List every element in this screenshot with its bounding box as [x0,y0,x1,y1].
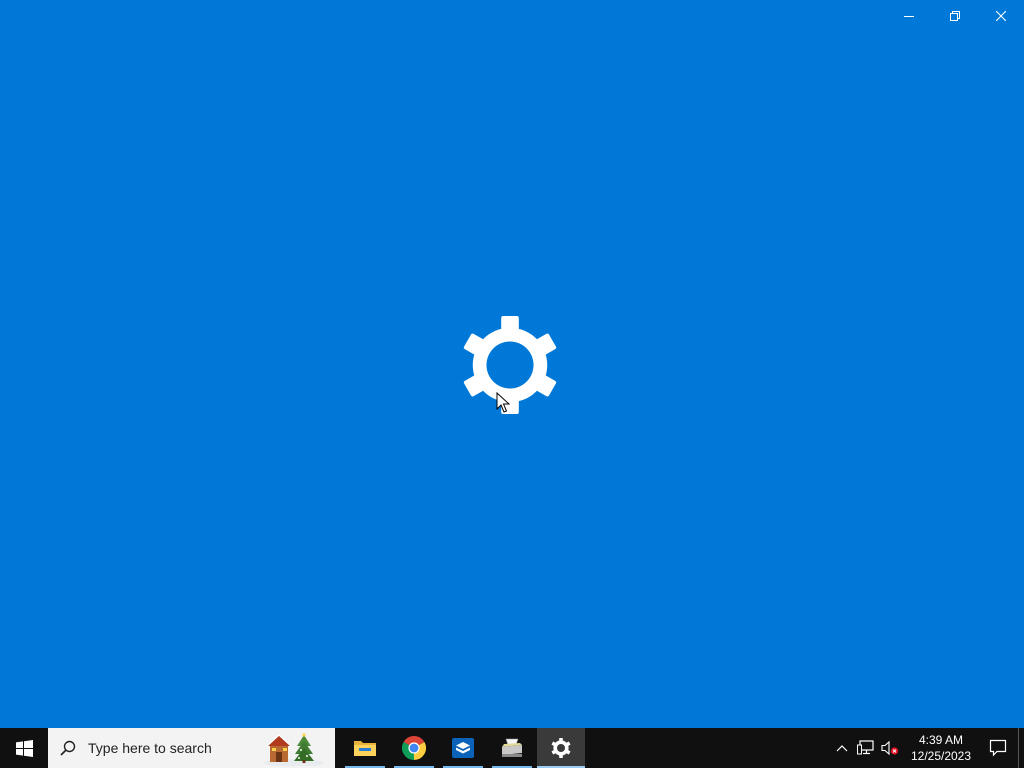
taskbar-search-box[interactable]: Type here to search [48,728,335,768]
restore-button[interactable] [932,0,978,32]
sandbox-box-icon [452,738,474,758]
show-hidden-icons-button[interactable] [830,728,854,768]
taskbar-pinned-apps [341,728,586,768]
taskbar: Type here to search 4:39 AM 12/25/2023 [0,728,1024,768]
network-button[interactable] [854,728,878,768]
clock-date: 12/25/2023 [910,749,972,763]
search-placeholder: Type here to search [88,740,212,756]
close-icon [996,11,1006,21]
search-icon [60,740,76,756]
settings-gear-icon [463,316,557,414]
action-center-icon [989,739,1007,757]
network-icon [857,740,874,755]
clock-time: 4:39 AM [918,733,964,747]
desktop-screen: Type here to search 4:39 AM 12/25/2023 [0,0,1024,768]
holiday-cabin-tree-icon [264,733,324,766]
restore-icon [950,11,960,21]
taskbar-file-explorer[interactable] [341,728,389,768]
taskbar-settings[interactable] [537,728,585,768]
scanner-icon [502,738,522,757]
taskbar-clock[interactable]: 4:39 AM 12/25/2023 [906,728,976,768]
taskbar-scanner[interactable] [488,728,536,768]
taskbar-sandbox[interactable] [439,728,487,768]
volume-button[interactable] [878,728,902,768]
taskbar-chrome[interactable] [390,728,438,768]
show-desktop-button[interactable] [1018,728,1024,768]
volume-muted-icon [881,740,899,756]
windows-logo-icon [15,739,33,757]
minimize-icon [904,16,914,17]
minimize-button[interactable] [886,0,932,32]
action-center-button[interactable] [978,728,1018,768]
chrome-icon [402,736,426,760]
file-explorer-icon [354,741,376,756]
close-button[interactable] [978,0,1024,32]
settings-gear-icon [551,738,571,758]
start-button[interactable] [0,728,48,768]
chevron-up-icon [836,745,848,752]
window-caption-controls [886,0,1024,32]
settings-splash-window [0,0,1024,728]
system-tray: 4:39 AM 12/25/2023 [830,728,1024,768]
